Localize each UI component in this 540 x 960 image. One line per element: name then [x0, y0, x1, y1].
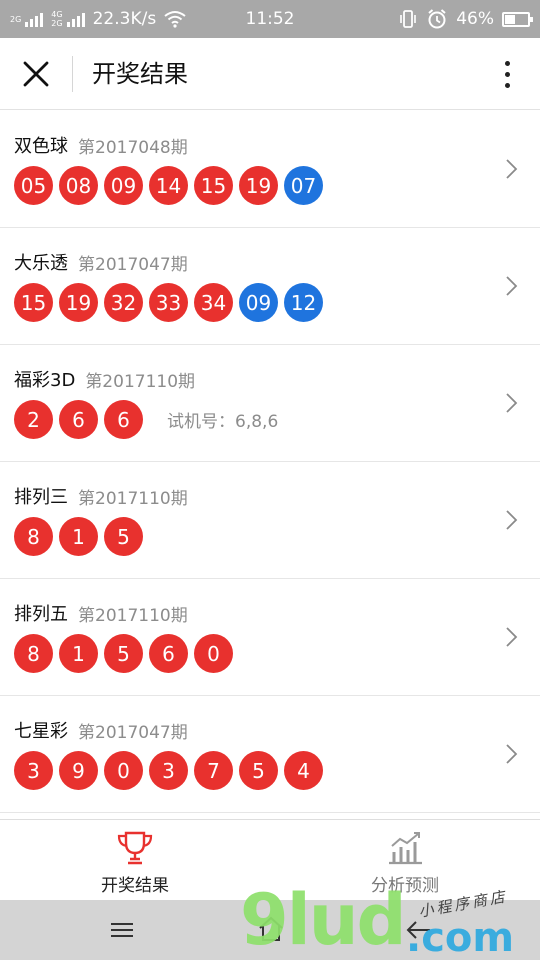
- blue-ball: 12: [284, 283, 323, 322]
- red-ball: 7: [194, 751, 233, 790]
- red-ball: 0: [104, 751, 143, 790]
- red-ball: 33: [149, 283, 188, 322]
- tab-bar: 开奖结果 分析预测: [0, 819, 540, 900]
- red-ball: 08: [59, 166, 98, 205]
- tab-results-label: 开奖结果: [101, 876, 169, 896]
- red-ball: 15: [14, 283, 53, 322]
- red-ball: 3: [14, 751, 53, 790]
- red-ball: 9: [59, 751, 98, 790]
- red-ball: 6: [149, 634, 188, 673]
- back-icon[interactable]: [404, 916, 434, 944]
- close-button[interactable]: [14, 52, 58, 96]
- red-ball: 8: [14, 517, 53, 556]
- red-ball: 6: [59, 400, 98, 439]
- red-ball: 0: [194, 634, 233, 673]
- lottery-name: 福彩3D: [14, 370, 76, 391]
- status-bar: 2G 4G 2G 22.3K/s 11:52 46%: [0, 0, 540, 38]
- vibrate-icon: [400, 10, 417, 28]
- menu-icon[interactable]: [108, 917, 136, 943]
- lottery-name: 大乐透: [14, 253, 68, 274]
- number-balls: 05 08 09 14 15 19 07: [14, 166, 323, 205]
- red-ball: 15: [194, 166, 233, 205]
- battery-icon: [502, 11, 533, 27]
- issue-number: 第2017047期: [78, 722, 188, 743]
- result-row-header: 排列五 第2017110期: [14, 600, 188, 626]
- page-title: 开奖结果: [92, 60, 188, 88]
- chevron-right-icon: [506, 627, 518, 647]
- red-ball: 34: [194, 283, 233, 322]
- trophy-icon: [117, 831, 153, 865]
- lottery-name: 排列三: [14, 487, 68, 508]
- result-row[interactable]: 双色球 第2017048期 05 08 09 14 15 19 07: [0, 111, 540, 228]
- red-ball: 5: [104, 634, 143, 673]
- chevron-right-icon: [506, 276, 518, 296]
- tab-results[interactable]: 开奖结果: [0, 820, 270, 900]
- red-ball: 8: [14, 634, 53, 673]
- close-icon: [23, 61, 49, 87]
- number-balls: 2 6 6 试机号：6,8,6: [14, 400, 278, 439]
- result-row[interactable]: 排列三 第2017110期 8 1 5: [0, 462, 540, 579]
- alarm-icon: [428, 9, 446, 29]
- red-ball: 1: [59, 517, 98, 556]
- red-ball: 2: [14, 400, 53, 439]
- lottery-name: 双色球: [14, 136, 68, 157]
- red-ball: 5: [239, 751, 278, 790]
- red-ball: 19: [59, 283, 98, 322]
- result-row-header: 双色球 第2017048期: [14, 132, 188, 158]
- red-ball: 1: [59, 634, 98, 673]
- chevron-right-icon: [506, 510, 518, 530]
- issue-number: 第2017110期: [78, 605, 188, 626]
- red-ball: 5: [104, 517, 143, 556]
- red-ball: 09: [104, 166, 143, 205]
- result-row-header: 大乐透 第2017047期: [14, 249, 188, 275]
- red-ball: 14: [149, 166, 188, 205]
- red-ball: 32: [104, 283, 143, 322]
- chart-icon: [389, 832, 422, 865]
- issue-number: 第2017048期: [78, 137, 188, 158]
- issue-number: 第2017110期: [85, 371, 196, 392]
- red-ball: 05: [14, 166, 53, 205]
- result-row[interactable]: 七星彩 第2017047期 3 9 0 3 7 5 4: [0, 696, 540, 813]
- number-balls: 81560: [14, 634, 233, 673]
- red-ball: 6: [104, 400, 143, 439]
- header-divider: [72, 56, 73, 92]
- result-row-header: 福彩3D 第2017110期: [14, 366, 195, 392]
- tab-analysis[interactable]: 分析预测: [270, 820, 540, 900]
- battery-percent: 46%: [456, 9, 494, 29]
- result-row-header: 排列三 第2017110期: [14, 483, 188, 509]
- more-vertical-icon: [504, 60, 510, 88]
- number-balls: 3903754: [14, 751, 323, 790]
- trial-number: 试机号：6,8,6: [167, 412, 279, 432]
- red-ball: 3: [149, 751, 188, 790]
- more-options-button[interactable]: [492, 52, 522, 96]
- tab-analysis-label: 分析预测: [371, 876, 439, 896]
- result-row[interactable]: 大乐透 第2017047期 15 19 32 33 34 09 12: [0, 228, 540, 345]
- number-balls: 815: [14, 517, 143, 556]
- red-ball: 19: [239, 166, 278, 205]
- chevron-right-icon: [506, 159, 518, 179]
- lottery-name: 七星彩: [14, 721, 68, 742]
- result-row-header: 七星彩 第2017047期: [14, 717, 188, 743]
- app-header: 开奖结果: [0, 38, 540, 110]
- chevron-right-icon: [506, 393, 518, 413]
- issue-number: 第2017110期: [78, 488, 188, 509]
- results-list: 双色球 第2017048期 05 08 09 14 15 19 07 大乐透 第2017047期 15…: [0, 111, 540, 813]
- battery-level: [505, 14, 516, 24]
- result-row[interactable]: 福彩3D 第2017110期 2 6 6 试机号：6,8,6: [0, 345, 540, 462]
- lottery-name: 排列五: [14, 604, 68, 625]
- result-row[interactable]: 排列五 第2017110期 8 1 5 6 0: [0, 579, 540, 696]
- blue-ball: 09: [239, 283, 278, 322]
- blue-ball: 07: [284, 166, 323, 205]
- number-balls: 15 19 32 33 34 09 12: [14, 283, 323, 322]
- red-ball: 4: [284, 751, 323, 790]
- system-nav-bar: [0, 900, 540, 960]
- home-icon[interactable]: [256, 914, 286, 944]
- chevron-right-icon: [506, 744, 518, 764]
- status-right: 46%: [398, 0, 533, 38]
- issue-number: 第2017047期: [78, 254, 188, 275]
